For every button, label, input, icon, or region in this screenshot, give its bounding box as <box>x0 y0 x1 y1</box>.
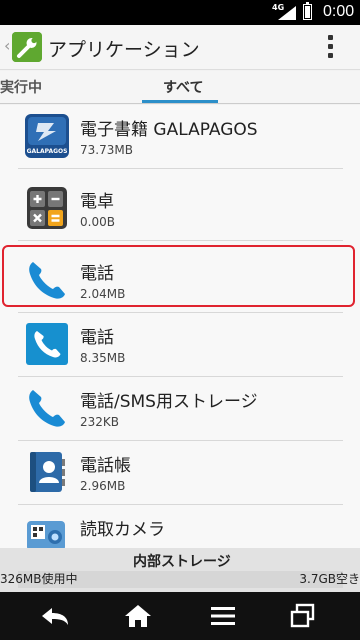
contacts-book-icon <box>24 449 70 495</box>
app-size: 8.35MB <box>80 351 126 365</box>
storage-free: 3.7GB空き <box>299 572 360 586</box>
navigation-bar <box>0 592 360 640</box>
settings-wrench-icon[interactable] <box>12 32 42 62</box>
overflow-menu-icon[interactable] <box>322 35 338 61</box>
list-item[interactable]: 電卓 0.00B <box>18 177 343 241</box>
calculator-icon <box>24 185 70 231</box>
recent-apps-icon[interactable] <box>283 602 323 630</box>
app-size: 2.96MB <box>80 479 126 493</box>
status-bar: 4G 0:00 <box>0 0 360 25</box>
action-bar: ‹ アプリケーション <box>0 25 360 70</box>
app-name: 読取カメラ <box>80 520 165 540</box>
tab-all[interactable]: すべて <box>163 77 203 97</box>
selected-item-highlight <box>2 245 355 307</box>
page-title: アプリケーション <box>48 39 200 61</box>
galapagos-icon: GALAPAGOS <box>24 113 70 159</box>
app-size: 232KB <box>80 415 120 429</box>
storage-panel: 内部ストレージ 326MB使用中 3.7GB空き <box>0 548 360 592</box>
list-item[interactable]: 電話帳 2.96MB <box>18 441 343 505</box>
app-name: 電子書籍 GALAPAGOS <box>80 120 258 140</box>
storage-title: 内部ストレージ <box>133 554 231 570</box>
app-size: 0.00B <box>80 215 115 229</box>
menu-icon[interactable] <box>203 602 243 630</box>
app-name: 電卓 <box>80 192 114 212</box>
app-list: GALAPAGOS 電子書籍 GALAPAGOS 73.73MB 電卓 0.00… <box>0 105 360 595</box>
tab-running[interactable]: 実行中 <box>0 77 42 97</box>
app-name: 電話/SMS用ストレージ <box>80 392 258 412</box>
up-chevron-icon[interactable]: ‹ <box>4 36 10 55</box>
phone-icon <box>24 385 70 431</box>
storage-used: 326MB使用中 <box>0 572 78 586</box>
tab-selected-indicator <box>142 100 218 103</box>
list-item[interactable]: GALAPAGOS 電子書籍 GALAPAGOS 73.73MB <box>18 105 343 169</box>
back-icon[interactable] <box>36 602 76 630</box>
list-item[interactable]: 電話 8.35MB <box>18 313 343 377</box>
list-item[interactable]: 電話/SMS用ストレージ 232KB <box>18 377 343 441</box>
tab-bar: 実行中 すべて <box>0 71 360 104</box>
signal-strength-icon <box>278 6 296 20</box>
app-name: 電話 <box>80 328 114 348</box>
app-name: 電話帳 <box>80 456 131 476</box>
svg-text:GALAPAGOS: GALAPAGOS <box>27 148 68 155</box>
app-size: 73.73MB <box>80 143 133 157</box>
clock: 0:00 <box>323 3 355 20</box>
home-icon[interactable] <box>118 602 158 630</box>
battery-icon <box>303 2 312 20</box>
phone-tile-icon <box>24 321 70 367</box>
